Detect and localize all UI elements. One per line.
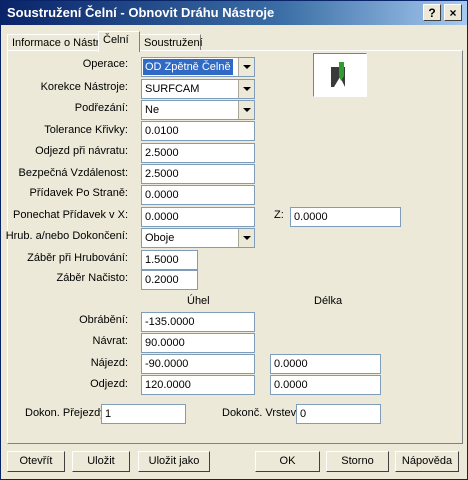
close-icon[interactable]: ×: [444, 4, 462, 21]
najezd-uhel-input[interactable]: -90.0000: [141, 354, 255, 374]
facing-tool-preview-icon: [331, 62, 345, 87]
dokonc-vrstev-label: Dokonč. Vrstev:: [222, 407, 300, 419]
navrat-uhel-input[interactable]: 90.0000: [141, 333, 255, 353]
operace-label: Operace:: [82, 58, 128, 70]
hrub-dokonceni-value: Oboje: [145, 232, 175, 244]
ponechat-x-input[interactable]: 0.0000: [141, 207, 255, 227]
odjezd-label: Odjezd:: [90, 378, 128, 390]
najezd-delka-input[interactable]: 0.0000: [270, 354, 381, 374]
zaber-nacisto-label: Záběr Načisto:: [56, 272, 128, 284]
ponechat-z-input[interactable]: 0.0000: [290, 207, 401, 227]
otevrit-button[interactable]: Otevřít: [7, 451, 65, 472]
help-icon[interactable]: ?: [423, 4, 441, 21]
storno-button[interactable]: Storno: [326, 451, 389, 472]
title-bar[interactable]: Soustružení Čelní - Obnovit Dráhu Nástro…: [1, 1, 467, 25]
ok-button[interactable]: OK: [255, 451, 320, 472]
zaber-nacisto-input[interactable]: 0.2000: [141, 270, 198, 290]
zaber-hrubovani-input[interactable]: 1.5000: [141, 250, 198, 270]
dialog-window: Soustružení Čelní - Obnovit Dráhu Nástro…: [0, 0, 468, 480]
napoveda-button[interactable]: Nápověda: [395, 451, 459, 472]
pridavek-po-strane-input[interactable]: 0.0000: [141, 185, 255, 205]
bezpecna-vzdalenost-label: Bezpečná Vzdálenost:: [18, 167, 128, 179]
hrub-dokonceni-label: Hrub. a/nebo Dokončení:: [5, 230, 128, 242]
operace-select[interactable]: OD Zpětně Čelně: [141, 57, 255, 77]
window-title: Soustružení Čelní - Obnovit Dráhu Nástro…: [7, 5, 275, 20]
korekce-select[interactable]: SURFCAM: [141, 79, 255, 99]
korekce-label: Korekce Nástroje:: [40, 81, 128, 93]
dokonc-vrstev-input[interactable]: 0: [296, 404, 381, 424]
najezd-label: Nájezd:: [90, 357, 128, 369]
ulozit-jako-button[interactable]: Uložit jako: [138, 451, 210, 472]
column-uhel-header: Úhel: [187, 295, 210, 307]
chevron-down-icon[interactable]: [238, 229, 254, 247]
bezpecna-vzdalenost-input[interactable]: 2.5000: [141, 164, 255, 184]
chevron-down-icon[interactable]: [238, 58, 254, 76]
navrat-label: Návrat:: [92, 335, 128, 347]
tolerance-input[interactable]: 0.0100: [141, 121, 255, 141]
tab-informace-o-nastroji[interactable]: Informace o Nástroji: [7, 34, 110, 51]
ulozit-button[interactable]: Uložit: [72, 451, 130, 472]
obrabeni-uhel-input[interactable]: -135.0000: [141, 312, 255, 332]
tool-shank: [339, 62, 344, 76]
dokon-prejezdy-input[interactable]: 1: [101, 404, 186, 424]
chevron-down-icon[interactable]: [238, 101, 254, 119]
ponechat-x-label: Ponechat Přídavek v X:: [13, 209, 128, 221]
korekce-value: SURFCAM: [145, 83, 200, 95]
tolerance-label: Tolerance Křivky:: [44, 124, 128, 136]
obrabeni-label: Obrábění:: [79, 314, 128, 326]
column-delka-header: Délka: [314, 295, 343, 307]
odjezd-navratu-input[interactable]: 2.5000: [141, 143, 255, 163]
tab-soustruzeni[interactable]: Soustružení: [139, 34, 203, 51]
dokon-prejezdy-label: Dokon. Přejezdy:: [25, 407, 109, 419]
odjezd-delka-input[interactable]: 0.0000: [270, 375, 381, 395]
podrezani-label: Podřezání:: [74, 102, 128, 114]
tool-preview: [313, 53, 367, 97]
podrezani-select[interactable]: Ne: [141, 100, 255, 120]
zaber-hrubovani-label: Záběr při Hrubování:: [27, 252, 128, 264]
podrezani-value: Ne: [145, 104, 160, 116]
chevron-down-icon[interactable]: [238, 80, 254, 98]
ponechat-z-label: Z:: [274, 209, 284, 221]
operace-value: OD Zpětně Čelně: [142, 58, 234, 76]
odjezd-navratu-label: Odjezd při návratu:: [35, 145, 128, 157]
pridavek-po-strane-label: Přídavek Po Straně:: [29, 187, 128, 199]
tab-celni[interactable]: Čelní: [98, 31, 140, 52]
odjezd-uhel-input[interactable]: 120.0000: [141, 375, 255, 395]
hrub-dokonceni-select[interactable]: Oboje: [141, 228, 255, 248]
